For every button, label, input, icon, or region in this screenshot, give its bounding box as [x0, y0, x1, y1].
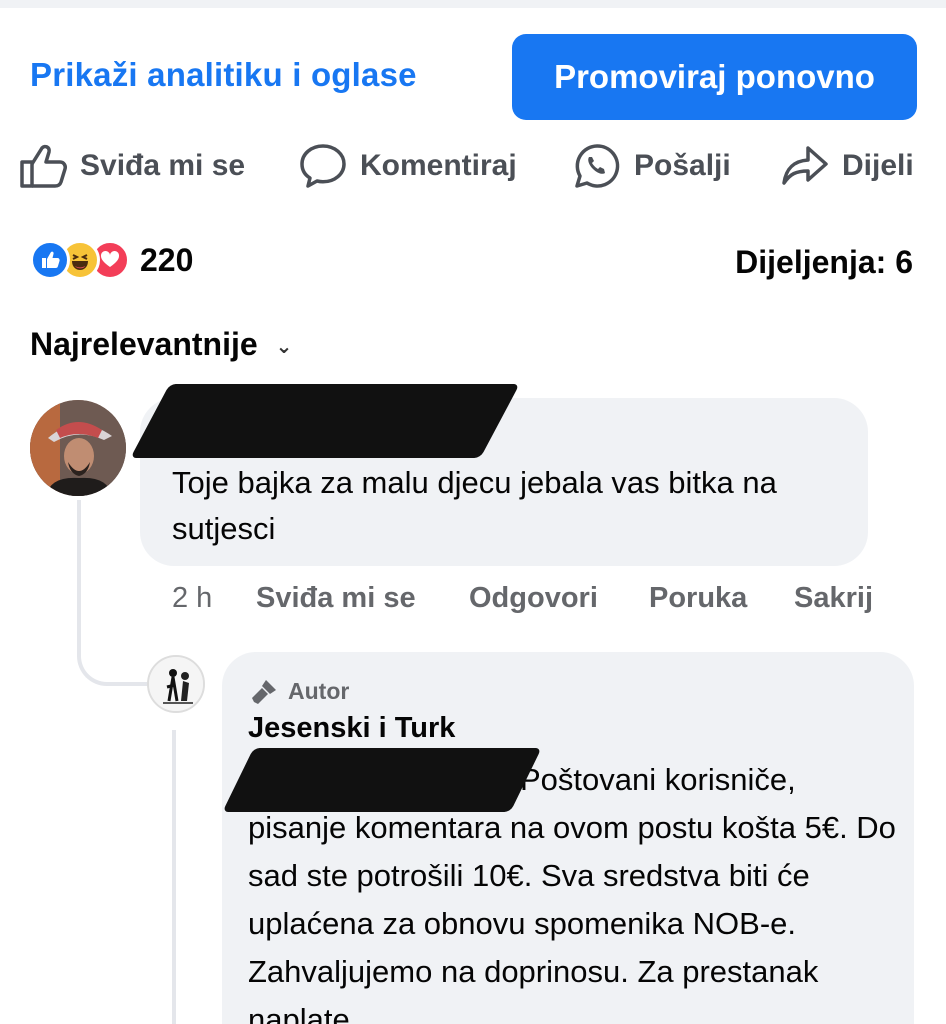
comment-time[interactable]: 2 h	[172, 582, 212, 615]
share-button[interactable]: Dijeli	[780, 138, 914, 194]
author-badge: Autor	[250, 676, 349, 706]
comment-message-button[interactable]: Poruka	[649, 582, 747, 615]
avatar[interactable]	[30, 400, 126, 496]
like-label: Sviđa mi se	[80, 149, 246, 182]
reactions-summary[interactable]: 220	[30, 240, 193, 280]
author-avatar[interactable]	[147, 655, 205, 713]
view-analytics-link[interactable]: Prikaži analitiku i oglase	[30, 56, 417, 94]
share-label: Dijeli	[842, 149, 914, 182]
chevron-down-icon: ⌄	[275, 336, 293, 358]
promote-again-button[interactable]: Promoviraj ponovno	[512, 34, 917, 120]
like-icon	[30, 240, 70, 280]
sort-label: Najrelevantnije	[30, 326, 258, 362]
comment-label: Komentiraj	[360, 149, 517, 182]
whatsapp-icon	[575, 144, 620, 188]
post-action-bar: Sviđa mi se Komentiraj Pošalji Dijeli	[18, 138, 928, 194]
like-button[interactable]: Sviđa mi se	[18, 138, 245, 194]
share-count[interactable]: Dijeljenja: 6	[735, 244, 913, 281]
comment-sort-dropdown[interactable]: Najrelevantnije ⌄	[30, 326, 292, 363]
author-badge-label: Autor	[288, 677, 350, 704]
speech-bubble-icon	[300, 144, 346, 188]
reply-thread-line	[172, 730, 176, 1024]
comment-text: Toje bajka za malu djecu jebala vas bitk…	[172, 465, 777, 546]
send-button[interactable]: Pošalji	[572, 138, 731, 194]
redacted-name	[130, 384, 520, 458]
comment-reply-button[interactable]: Odgovori	[469, 582, 598, 615]
comment-hide-button[interactable]: Sakrij	[794, 582, 873, 615]
microphone-icon	[252, 680, 276, 704]
reaction-count: 220	[140, 241, 194, 278]
comment-like-button[interactable]: Sviđa mi se	[256, 582, 416, 615]
send-label: Pošalji	[634, 149, 731, 182]
thumbs-up-icon	[20, 144, 67, 188]
top-divider	[0, 0, 946, 8]
redacted-mention	[222, 748, 542, 812]
comment-button[interactable]: Komentiraj	[298, 138, 517, 194]
share-arrow-icon	[782, 146, 828, 185]
author-name[interactable]: Jesenski i Turk	[248, 712, 455, 745]
